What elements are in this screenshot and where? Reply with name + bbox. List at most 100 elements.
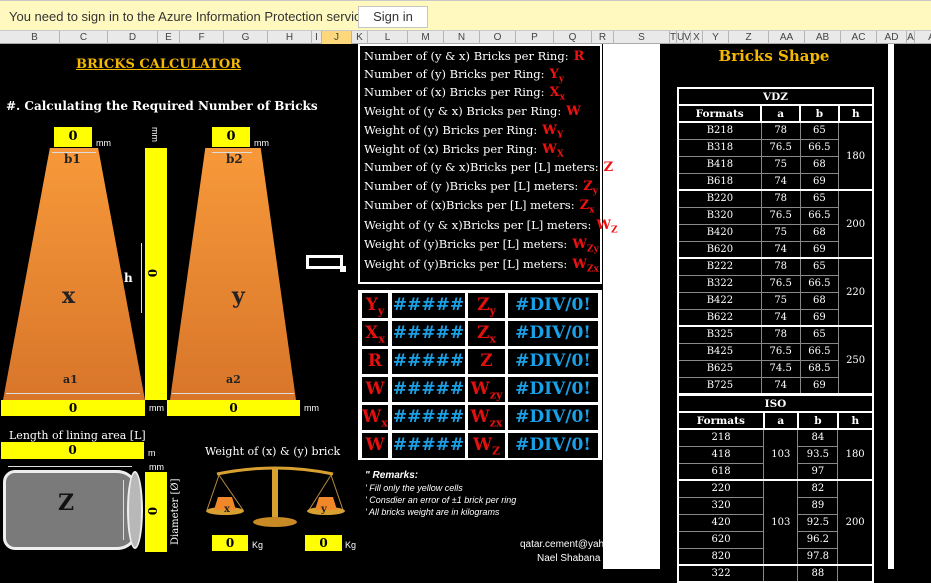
selected-cell-J[interactable] (306, 255, 346, 272)
result-value-cell[interactable]: ##### (392, 321, 465, 346)
column-header-r[interactable]: R (592, 31, 614, 44)
column-header-ad[interactable]: AD (877, 31, 907, 44)
column-header-k[interactable]: K (352, 31, 368, 44)
iso-cell: 84 (797, 428, 839, 447)
column-header-l[interactable]: L (368, 31, 408, 44)
diameter-input[interactable]: 0 (145, 472, 167, 552)
vdz-cell: 75 (760, 291, 801, 310)
column-header-h[interactable]: H (268, 31, 312, 44)
iso-cell: 93.5 (797, 445, 839, 464)
b1-input[interactable]: 0 (54, 127, 92, 147)
column-header-aa[interactable]: AA (769, 31, 805, 44)
result-value-cell[interactable]: #DIV/0! (508, 349, 598, 374)
column-header-o[interactable]: O (480, 31, 516, 44)
a1-dimension-arrow (6, 393, 140, 394)
column-header-a[interactable]: A (907, 31, 915, 44)
definition-symbol: Zx (579, 198, 595, 216)
column-header-u[interactable]: U (677, 31, 684, 44)
author-name: Nael Shabana (537, 553, 601, 564)
definition-text: Weight of (y) Bricks per Ring: (364, 123, 538, 137)
b2-input[interactable]: 0 (212, 127, 250, 147)
result-value-cell[interactable]: ##### (392, 349, 465, 374)
column-header-ac[interactable]: AC (841, 31, 877, 44)
column-header-j[interactable]: J (322, 31, 352, 44)
iso-h-cell: 200 (837, 479, 874, 566)
column-header-i[interactable]: I (312, 31, 322, 44)
column-header-z[interactable]: Z (729, 31, 769, 44)
result-symbol-cell[interactable]: Wzx (468, 405, 505, 430)
column-header-t[interactable]: T (670, 31, 677, 44)
diameter-label: Diameter [Ø] (170, 478, 181, 545)
result-symbol-cell[interactable]: Zy (468, 293, 505, 318)
a1-input[interactable]: 0 (1, 400, 145, 416)
result-value-cell[interactable]: #DIV/0! (508, 405, 598, 430)
column-header-c[interactable]: C (60, 31, 108, 44)
result-symbol-cell[interactable]: Z (468, 349, 505, 374)
column-header-g[interactable]: G (224, 31, 268, 44)
result-symbol-cell[interactable]: W (362, 377, 388, 402)
vdz-cell: 76.5 (760, 138, 801, 157)
vdz-cell: B620 (677, 240, 762, 259)
result-symbol-cell[interactable]: Zx (468, 321, 505, 346)
vdz-cell: 75 (760, 155, 801, 174)
b1-unit: mm (96, 138, 111, 148)
column-header-v[interactable]: V (684, 31, 691, 44)
vdz-cell: B418 (677, 155, 762, 174)
a2-input[interactable]: 0 (167, 400, 300, 416)
result-value-cell[interactable]: ##### (392, 293, 465, 318)
result-value-cell[interactable]: ##### (392, 405, 465, 430)
column-header-d[interactable]: D (108, 31, 158, 44)
vdz-h-cell: 250 (838, 325, 874, 395)
brick-y-label: y (232, 283, 245, 309)
vdz-cell: 69 (799, 376, 840, 395)
iso-row: 218 103 84 180 (677, 428, 874, 481)
result-symbol-cell[interactable]: Yy (362, 293, 388, 318)
column-header-y[interactable]: Y (703, 31, 729, 44)
remarks-title: Remarks: (372, 470, 419, 481)
result-symbol-cell[interactable]: W (362, 433, 388, 458)
column-header-m[interactable]: M (408, 31, 444, 44)
definition-symbol: Yy (549, 67, 565, 85)
column-header-n[interactable]: N (444, 31, 480, 44)
vdz-table: VDZ Formats a b h B218 78 65 180 B318 76.5 66.5 B418… (676, 87, 875, 395)
column-header-x[interactable]: X (691, 31, 703, 44)
vdz-cell: 66.5 (799, 138, 840, 157)
balance-scale-icon (206, 466, 345, 527)
h-input[interactable]: 0 (145, 148, 167, 400)
result-symbol-cell[interactable]: WZ (468, 433, 505, 458)
result-value-cell[interactable]: #DIV/0! (508, 293, 598, 318)
column-header-b[interactable]: B (10, 31, 60, 44)
column-header-s[interactable]: S (614, 31, 670, 44)
vdz-cell: 78 (760, 325, 801, 344)
sign-in-button[interactable]: Sign in (358, 6, 428, 28)
result-value-cell[interactable]: ##### (392, 377, 465, 402)
result-value-cell[interactable]: #DIV/0! (508, 377, 598, 402)
column-header-e[interactable]: E (158, 31, 180, 44)
iso-title: ISO (677, 394, 874, 413)
column-header-ab[interactable]: AB (805, 31, 841, 44)
result-value-cell[interactable]: #DIV/0! (508, 433, 598, 458)
definition-row: Weight of (y)Bricks per [L] meters: WZy (364, 237, 599, 255)
length-input[interactable]: 0 (1, 442, 144, 459)
column-header-q[interactable]: Q (554, 31, 592, 44)
definition-text: Number of (x) Bricks per Ring: (364, 85, 545, 99)
iso-cell: 420 (677, 513, 765, 532)
vdz-row: B220 78 65 200 (677, 189, 874, 259)
remarks: " Remarks: ' Fill only the yellow cells … (365, 470, 517, 517)
weight-x-input[interactable]: 0 (212, 535, 248, 551)
vdz-cell: B422 (677, 291, 762, 310)
iso-cell: 92.5 (797, 513, 839, 532)
definition-symbol: Z (603, 160, 614, 175)
result-symbol-cell[interactable]: Wzy (468, 377, 505, 402)
result-value-cell[interactable]: ##### (392, 433, 465, 458)
weight-y-input[interactable]: 0 (305, 535, 342, 551)
result-symbol-cell[interactable]: Wx (362, 405, 388, 430)
column-header-af[interactable]: AF (915, 31, 931, 44)
column-header-p[interactable]: P (516, 31, 554, 44)
column-header-f[interactable]: F (180, 31, 224, 44)
result-value-cell[interactable]: #DIV/0! (508, 321, 598, 346)
result-symbol-cell[interactable]: Xx (362, 321, 388, 346)
iso-cell: 218 (677, 428, 765, 447)
result-symbol-cell[interactable]: R (362, 349, 388, 374)
vdz-cell: 74 (760, 376, 801, 395)
